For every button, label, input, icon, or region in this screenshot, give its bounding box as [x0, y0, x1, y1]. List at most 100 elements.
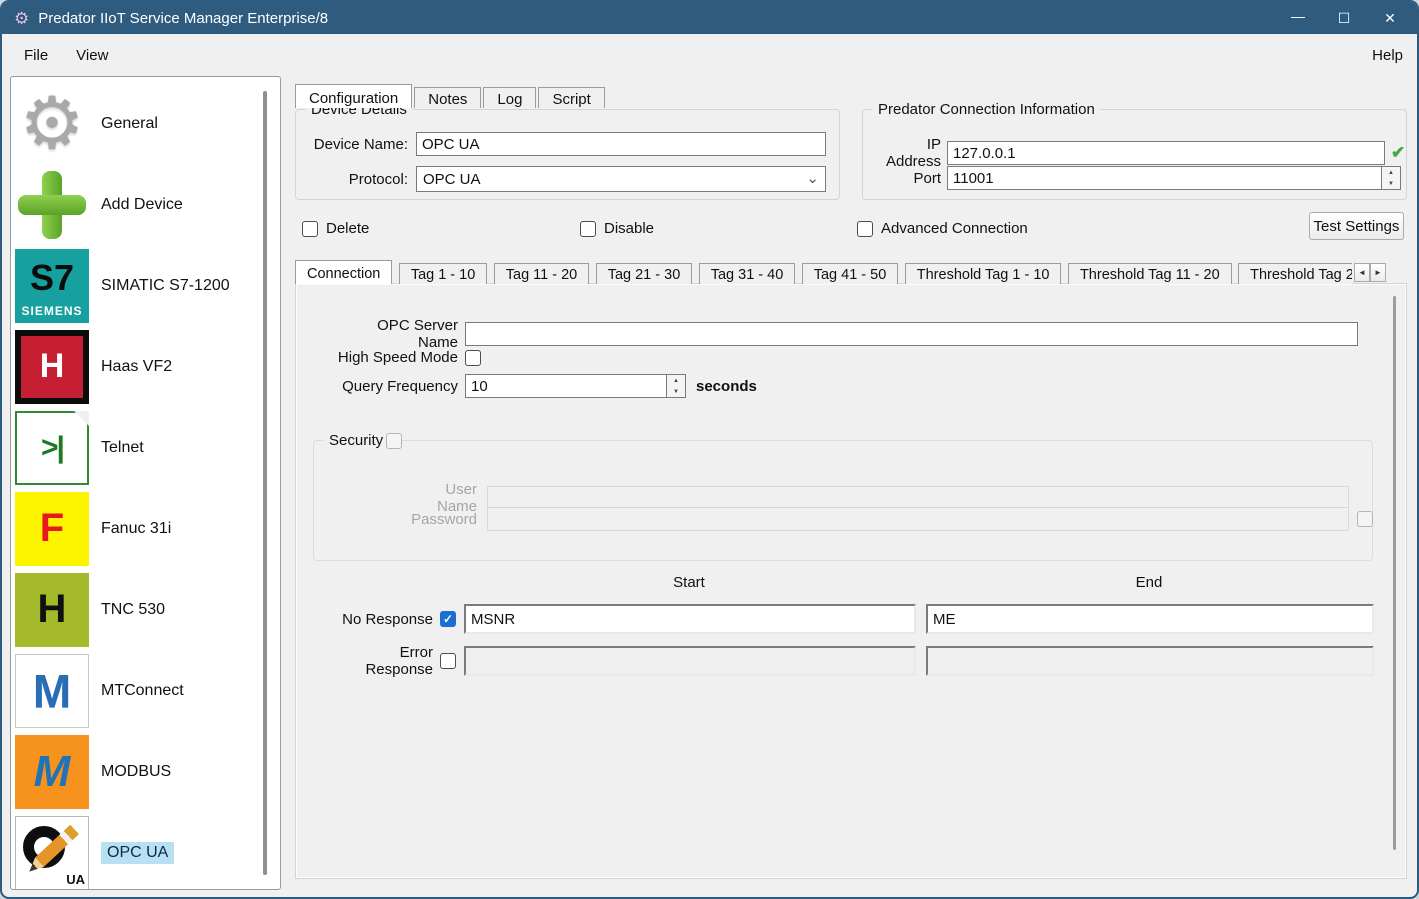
tab-script[interactable]: Script — [538, 87, 604, 108]
spin-down-icon[interactable]: ▼ — [667, 386, 685, 397]
advanced-connection-option[interactable]: ✓ Advanced Connection — [857, 220, 1028, 237]
security-group: Security ✓ User Name Password ✓ — [313, 440, 1373, 561]
predator-connection-group: Predator Connection Information IP Addre… — [862, 109, 1407, 200]
disable-label: Disable — [604, 220, 654, 237]
no-response-checkbox[interactable]: ✓ — [440, 611, 456, 627]
tab-log[interactable]: Log — [483, 87, 536, 108]
device-name-label: Device Name: — [310, 136, 408, 153]
subtab-scroll-buttons: ◄ ► — [1354, 263, 1386, 282]
close-button[interactable]: ✕ — [1367, 2, 1413, 34]
sidebar-item-fanuc-31i[interactable]: F Fanuc 31i — [15, 488, 280, 569]
advanced-connection-checkbox[interactable]: ✓ — [857, 221, 873, 237]
mtconnect-icon: M — [15, 654, 89, 728]
modbus-icon: M — [15, 735, 89, 809]
sidebar-item-label: General — [101, 115, 158, 133]
subtab-tag-31-40[interactable]: Tag 31 - 40 — [699, 263, 796, 284]
titlebar: ⚙ Predator IIoT Service Manager Enterpri… — [2, 2, 1417, 34]
minimize-button[interactable]: — — [1275, 2, 1321, 34]
gear-icon: ⚙ — [20, 88, 85, 160]
sidebar-item-opc-ua[interactable]: UA OPC UA — [15, 812, 280, 890]
sidebar-scrollbar[interactable] — [263, 91, 267, 875]
query-frequency-unit: seconds — [696, 378, 757, 395]
menu-view[interactable]: View — [76, 47, 108, 64]
subtab-tag-41-50[interactable]: Tag 41 - 50 — [802, 263, 899, 284]
tab-configuration[interactable]: Configuration — [295, 84, 412, 108]
chevron-down-icon: ⌄ — [806, 176, 819, 182]
test-settings-button[interactable]: Test Settings — [1309, 212, 1404, 240]
no-response-start-input[interactable] — [464, 604, 916, 634]
siemens-s7-icon: S7 SIEMENS — [15, 249, 89, 323]
sidebar-item-simatic-s7-1200[interactable]: S7 SIEMENS SIMATIC S7-1200 — [15, 245, 280, 326]
sidebar-item-modbus[interactable]: M MODBUS — [15, 731, 280, 812]
subtab-tag-11-20[interactable]: Tag 11 - 20 — [494, 263, 589, 284]
port-label: Port — [873, 170, 941, 187]
maximize-button[interactable]: ☐ — [1321, 2, 1367, 34]
menu-help[interactable]: Help — [1372, 47, 1403, 64]
advanced-connection-label: Advanced Connection — [881, 220, 1028, 237]
port-input[interactable] — [947, 166, 1381, 190]
password-input[interactable] — [487, 507, 1349, 531]
telnet-icon: >| — [15, 411, 89, 485]
sidebar-item-haas-vf2[interactable]: H Haas VF2 — [15, 326, 280, 407]
connection-tab-panel: OPC Server Name High Speed Mode ✓ Query … — [295, 283, 1407, 879]
opc-server-name-input[interactable] — [465, 322, 1358, 346]
no-response-label: No Response — [333, 611, 433, 628]
protocol-dropdown[interactable]: OPC UA ⌄ — [416, 166, 826, 192]
tab-notes[interactable]: Notes — [414, 87, 481, 108]
error-response-checkbox[interactable]: ✓ — [440, 653, 456, 669]
disable-option[interactable]: ✓ Disable — [580, 220, 654, 237]
error-response-end-input[interactable] — [926, 646, 1374, 676]
protocol-value: OPC UA — [423, 171, 481, 188]
app-window: ⚙ Predator IIoT Service Manager Enterpri… — [0, 0, 1419, 899]
sidebar-item-label: SIMATIC S7-1200 — [101, 277, 230, 295]
delete-checkbox[interactable]: ✓ — [302, 221, 318, 237]
spin-up-icon[interactable]: ▲ — [667, 375, 685, 386]
close-icon: ✕ — [1384, 10, 1396, 27]
port-spinner[interactable]: ▲ ▼ — [1381, 166, 1401, 190]
error-response-start-input[interactable] — [464, 646, 916, 676]
no-response-end-input[interactable] — [926, 604, 1374, 634]
security-title: Security — [324, 432, 388, 449]
disable-checkbox[interactable]: ✓ — [580, 221, 596, 237]
subtab-scroll-right-icon[interactable]: ► — [1370, 263, 1386, 282]
sidebar-item-general[interactable]: ⚙ General — [15, 83, 280, 164]
show-password-checkbox[interactable]: ✓ — [1357, 511, 1373, 527]
sidebar-item-label: TNC 530 — [101, 601, 165, 619]
fanuc-icon: F — [15, 492, 89, 566]
predator-connection-title: Predator Connection Information — [873, 101, 1100, 118]
subtab-tag-21-30[interactable]: Tag 21 - 30 — [596, 263, 693, 284]
sidebar-item-mtconnect[interactable]: M MTConnect — [15, 650, 280, 731]
subtab-connection[interactable]: Connection — [295, 260, 392, 284]
ip-address-label: IP Address — [873, 136, 941, 170]
end-column-header: End — [925, 574, 1373, 591]
plus-icon — [18, 171, 86, 239]
sidebar-item-telnet[interactable]: >| Telnet — [15, 407, 280, 488]
sidebar-item-add-device[interactable]: Add Device — [15, 164, 280, 245]
security-checkbox[interactable]: ✓ — [386, 433, 402, 449]
error-response-label: Error Response — [333, 644, 433, 678]
spin-down-icon[interactable]: ▼ — [1382, 178, 1400, 189]
delete-option[interactable]: ✓ Delete — [302, 220, 369, 237]
sidebar-item-label: Haas VF2 — [101, 358, 172, 376]
sidebar-item-tnc-530[interactable]: H TNC 530 — [15, 569, 280, 650]
high-speed-mode-checkbox[interactable]: ✓ — [465, 350, 481, 366]
ip-valid-check-icon: ✔ — [1391, 143, 1405, 163]
menu-file[interactable]: File — [24, 47, 48, 64]
panel-scrollbar[interactable] — [1393, 296, 1396, 850]
subtab-tag-1-10[interactable]: Tag 1 - 10 — [399, 263, 488, 284]
delete-label: Delete — [326, 220, 369, 237]
ip-address-input[interactable] — [947, 141, 1385, 165]
query-frequency-spinner[interactable]: ▲ ▼ — [666, 374, 686, 398]
subtab-threshold-tag-1-10[interactable]: Threshold Tag 1 - 10 — [905, 263, 1062, 284]
query-frequency-input[interactable] — [465, 374, 666, 398]
password-label: Password — [402, 511, 477, 528]
subtab-threshold-tag-21-30[interactable]: Threshold Tag 21 - 30 — [1238, 263, 1352, 284]
device-name-input[interactable] — [416, 132, 826, 156]
subtab-strip: Connection Tag 1 - 10 Tag 11 - 20 Tag 21… — [295, 260, 1352, 284]
sidebar-item-label: OPC UA — [101, 842, 174, 864]
start-column-header: Start — [463, 574, 915, 591]
subtab-scroll-left-icon[interactable]: ◄ — [1354, 263, 1370, 282]
spin-up-icon[interactable]: ▲ — [1382, 167, 1400, 178]
subtab-threshold-tag-11-20[interactable]: Threshold Tag 11 - 20 — [1068, 263, 1232, 284]
high-speed-mode-label: High Speed Mode — [333, 349, 458, 366]
